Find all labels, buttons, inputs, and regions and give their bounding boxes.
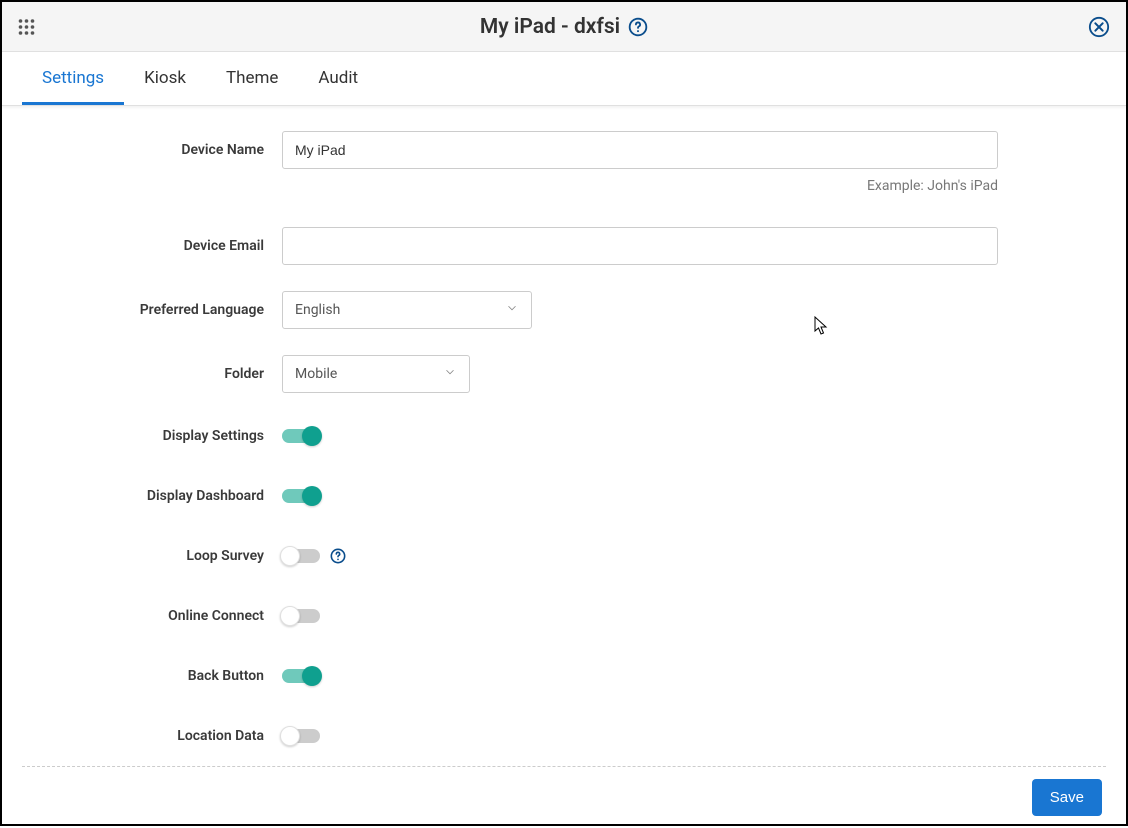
preferred-language-label: Preferred Language (26, 302, 282, 318)
device-name-label: Device Name (26, 142, 282, 158)
display-dashboard-label: Display Dashboard (26, 488, 282, 504)
device-name-input[interactable] (282, 131, 998, 169)
folder-label: Folder (26, 366, 282, 382)
device-email-label: Device Email (26, 238, 282, 254)
device-name-hint: Example: John's iPad (282, 178, 998, 194)
page-title-text: My iPad - dxfsi (480, 15, 620, 39)
device-email-input[interactable] (282, 227, 998, 265)
display-dashboard-toggle[interactable] (282, 489, 320, 503)
folder-select[interactable]: Mobile (282, 355, 470, 393)
loop-survey-label: Loop Survey (26, 548, 282, 564)
online-connect-label: Online Connect (26, 608, 282, 624)
preferred-language-value: English (295, 302, 340, 318)
display-settings-toggle[interactable] (282, 429, 320, 443)
back-button-toggle[interactable] (282, 669, 320, 683)
apps-grid-icon[interactable] (18, 18, 35, 35)
help-icon[interactable] (330, 548, 346, 564)
help-icon[interactable] (628, 17, 648, 37)
save-button[interactable]: Save (1032, 779, 1102, 816)
footer: Save (2, 767, 1126, 828)
tab-audit[interactable]: Audit (298, 52, 378, 105)
tab-settings[interactable]: Settings (22, 52, 124, 105)
back-button-label: Back Button (26, 668, 282, 684)
loop-survey-toggle[interactable] (282, 549, 320, 563)
location-data-toggle[interactable] (282, 729, 320, 743)
tab-theme[interactable]: Theme (206, 52, 298, 105)
header: My iPad - dxfsi (2, 2, 1126, 52)
display-settings-label: Display Settings (26, 428, 282, 444)
folder-value: Mobile (295, 366, 337, 382)
online-connect-toggle[interactable] (282, 609, 320, 623)
preferred-language-select[interactable]: English (282, 291, 532, 329)
tab-kiosk[interactable]: Kiosk (124, 52, 206, 105)
settings-form: Device Name Example: John's iPad Device … (2, 106, 1126, 754)
location-data-label: Location Data (26, 728, 282, 744)
page-title: My iPad - dxfsi (480, 15, 648, 39)
chevron-down-icon (505, 301, 519, 319)
tabs: Settings Kiosk Theme Audit (2, 52, 1126, 106)
close-icon[interactable] (1088, 16, 1110, 38)
chevron-down-icon (443, 365, 457, 383)
